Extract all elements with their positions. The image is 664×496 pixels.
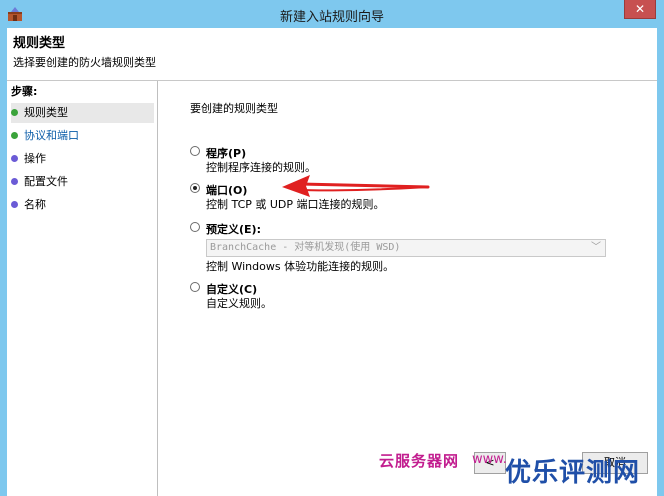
chevron-down-icon: ﹀ <box>591 242 601 253</box>
wizard-header: 规则类型 选择要创建的防火墙规则类型 <box>7 28 657 81</box>
close-button[interactable]: ✕ <box>624 0 656 19</box>
step-complete-icon <box>11 132 18 139</box>
option-description: 控制 TCP 或 UDP 端口连接的规则。 <box>206 198 385 211</box>
sidebar-item-label: 规则类型 <box>24 106 68 119</box>
watermark-mid: www. <box>472 452 507 467</box>
sidebar-item-label: 协议和端口 <box>24 129 79 142</box>
steps-sidebar: 步骤: 规则类型 协议和端口 操作 配置文件 名称 <box>7 81 158 496</box>
question-label: 要创建的规则类型 <box>190 102 278 115</box>
title-bar: 新建入站规则向导 ✕ <box>0 0 664 28</box>
step-pending-icon <box>11 178 18 185</box>
sidebar-item-profile[interactable]: 配置文件 <box>11 172 154 192</box>
option-description: 控制 Windows 体验功能连接的规则。 <box>206 260 395 273</box>
steps-heading: 步骤: <box>11 85 38 98</box>
sidebar-item-label: 名称 <box>24 198 46 211</box>
page-title: 规则类型 <box>13 36 66 51</box>
radio-port[interactable] <box>190 183 200 193</box>
option-label: 预定义(E): <box>206 223 261 236</box>
sidebar-item-label: 操作 <box>24 152 46 165</box>
sidebar-item-protocol-port[interactable]: 协议和端口 <box>11 126 154 146</box>
option-description: 自定义规则。 <box>206 297 272 310</box>
radio-predefined[interactable] <box>190 222 200 232</box>
step-pending-icon <box>11 201 18 208</box>
radio-custom[interactable] <box>190 282 200 292</box>
predefined-select[interactable]: BranchCache - 对等机发现(使用 WSD) ﹀ <box>206 239 606 257</box>
watermark-left: 云服务器网 <box>379 452 460 470</box>
window-frame-left <box>0 28 7 496</box>
page-subtitle: 选择要创建的防火墙规则类型 <box>13 56 156 69</box>
window-title: 新建入站规则向导 <box>279 10 384 25</box>
step-pending-icon <box>11 155 18 162</box>
sidebar-item-label: 配置文件 <box>24 175 68 188</box>
sidebar-item-rule-type[interactable]: 规则类型 <box>11 103 154 123</box>
window-frame-right <box>657 28 664 496</box>
watermark-right: 优乐评测网 <box>505 458 641 488</box>
step-complete-icon <box>11 109 18 116</box>
predefined-select-value: BranchCache - 对等机发现(使用 WSD) <box>210 242 401 253</box>
sidebar-item-name[interactable]: 名称 <box>11 195 154 215</box>
radio-program[interactable] <box>190 146 200 156</box>
main-content: 要创建的规则类型 程序(P) 控制程序连接的规则。 端口(O) 控制 TCP 或… <box>158 81 657 496</box>
option-description: 控制程序连接的规则。 <box>206 161 316 174</box>
sidebar-item-action[interactable]: 操作 <box>11 149 154 169</box>
